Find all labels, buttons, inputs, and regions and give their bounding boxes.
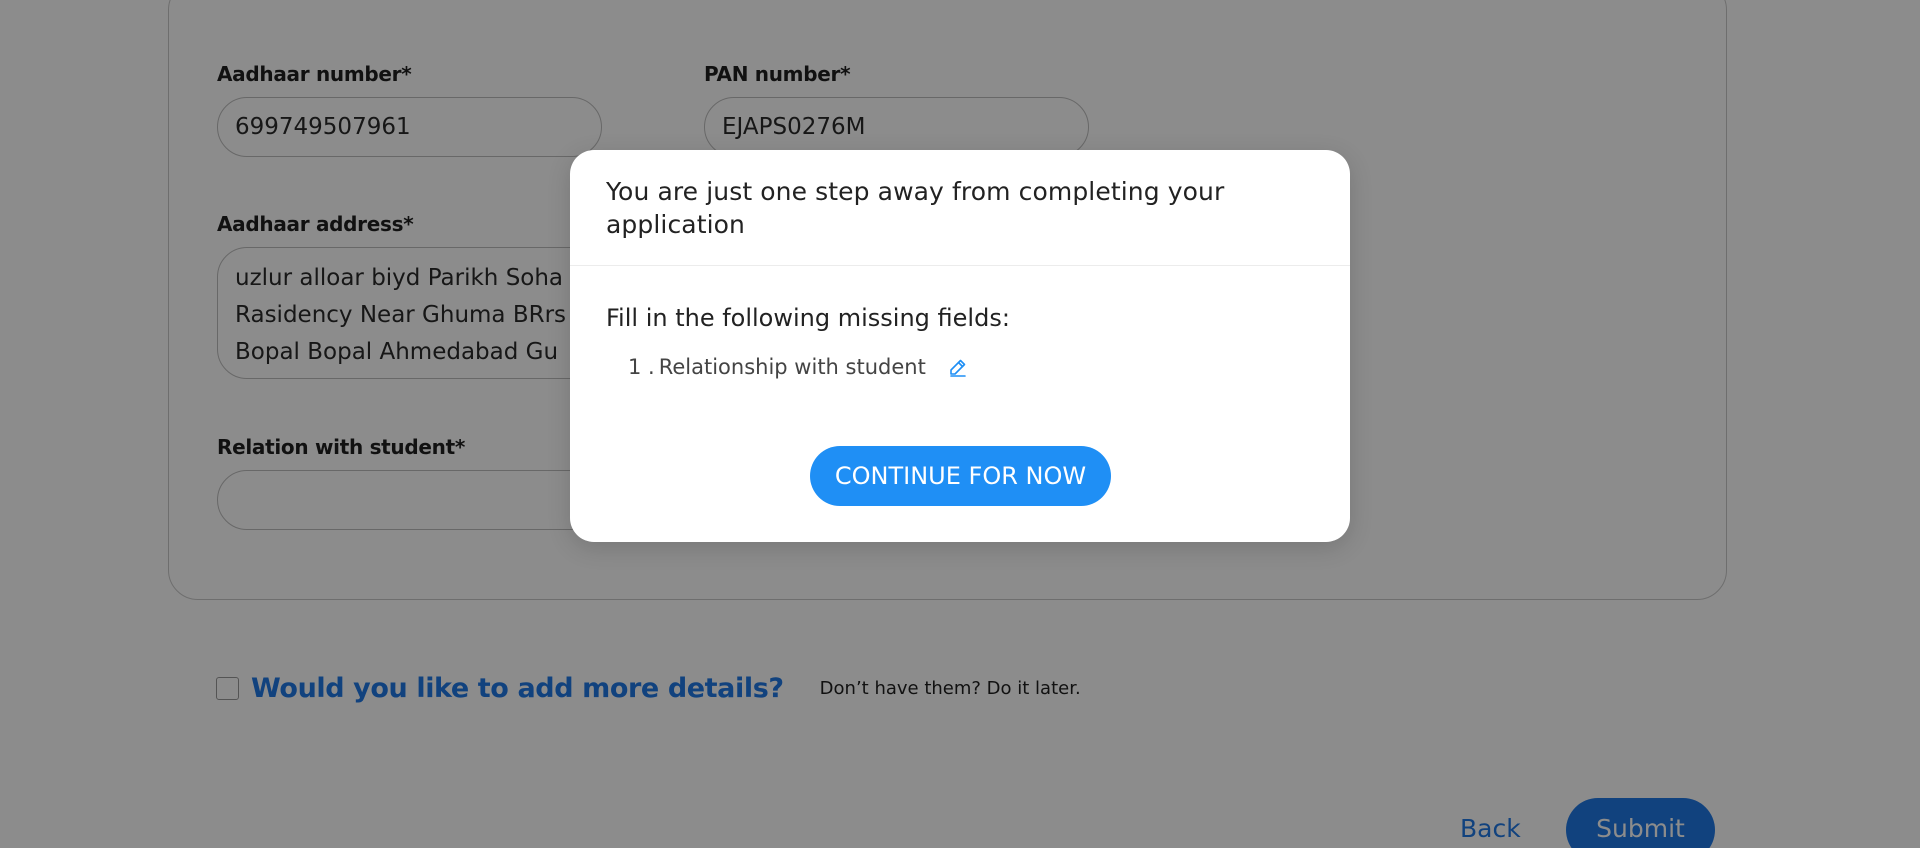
missing-field-label: Relationship with student — [658, 355, 926, 379]
page: Aadhaar number* 699749507961 PAN number*… — [0, 0, 1920, 848]
modal-body: Fill in the following missing fields: 1 … — [570, 266, 1350, 382]
modal-header: You are just one step away from completi… — [570, 150, 1350, 266]
missing-field-item: 1 . Relationship with student — [628, 352, 1314, 382]
missing-fields-list: 1 . Relationship with student — [606, 352, 1314, 382]
pencil-edit-icon[interactable] — [948, 357, 968, 377]
missing-field-number: 1 . — [628, 355, 655, 379]
continue-for-now-button[interactable]: CONTINUE FOR NOW — [810, 446, 1111, 506]
missing-fields-modal: You are just one step away from completi… — [570, 150, 1350, 542]
modal-title: You are just one step away from completi… — [606, 177, 1225, 239]
modal-subtitle: Fill in the following missing fields: — [606, 304, 1010, 332]
